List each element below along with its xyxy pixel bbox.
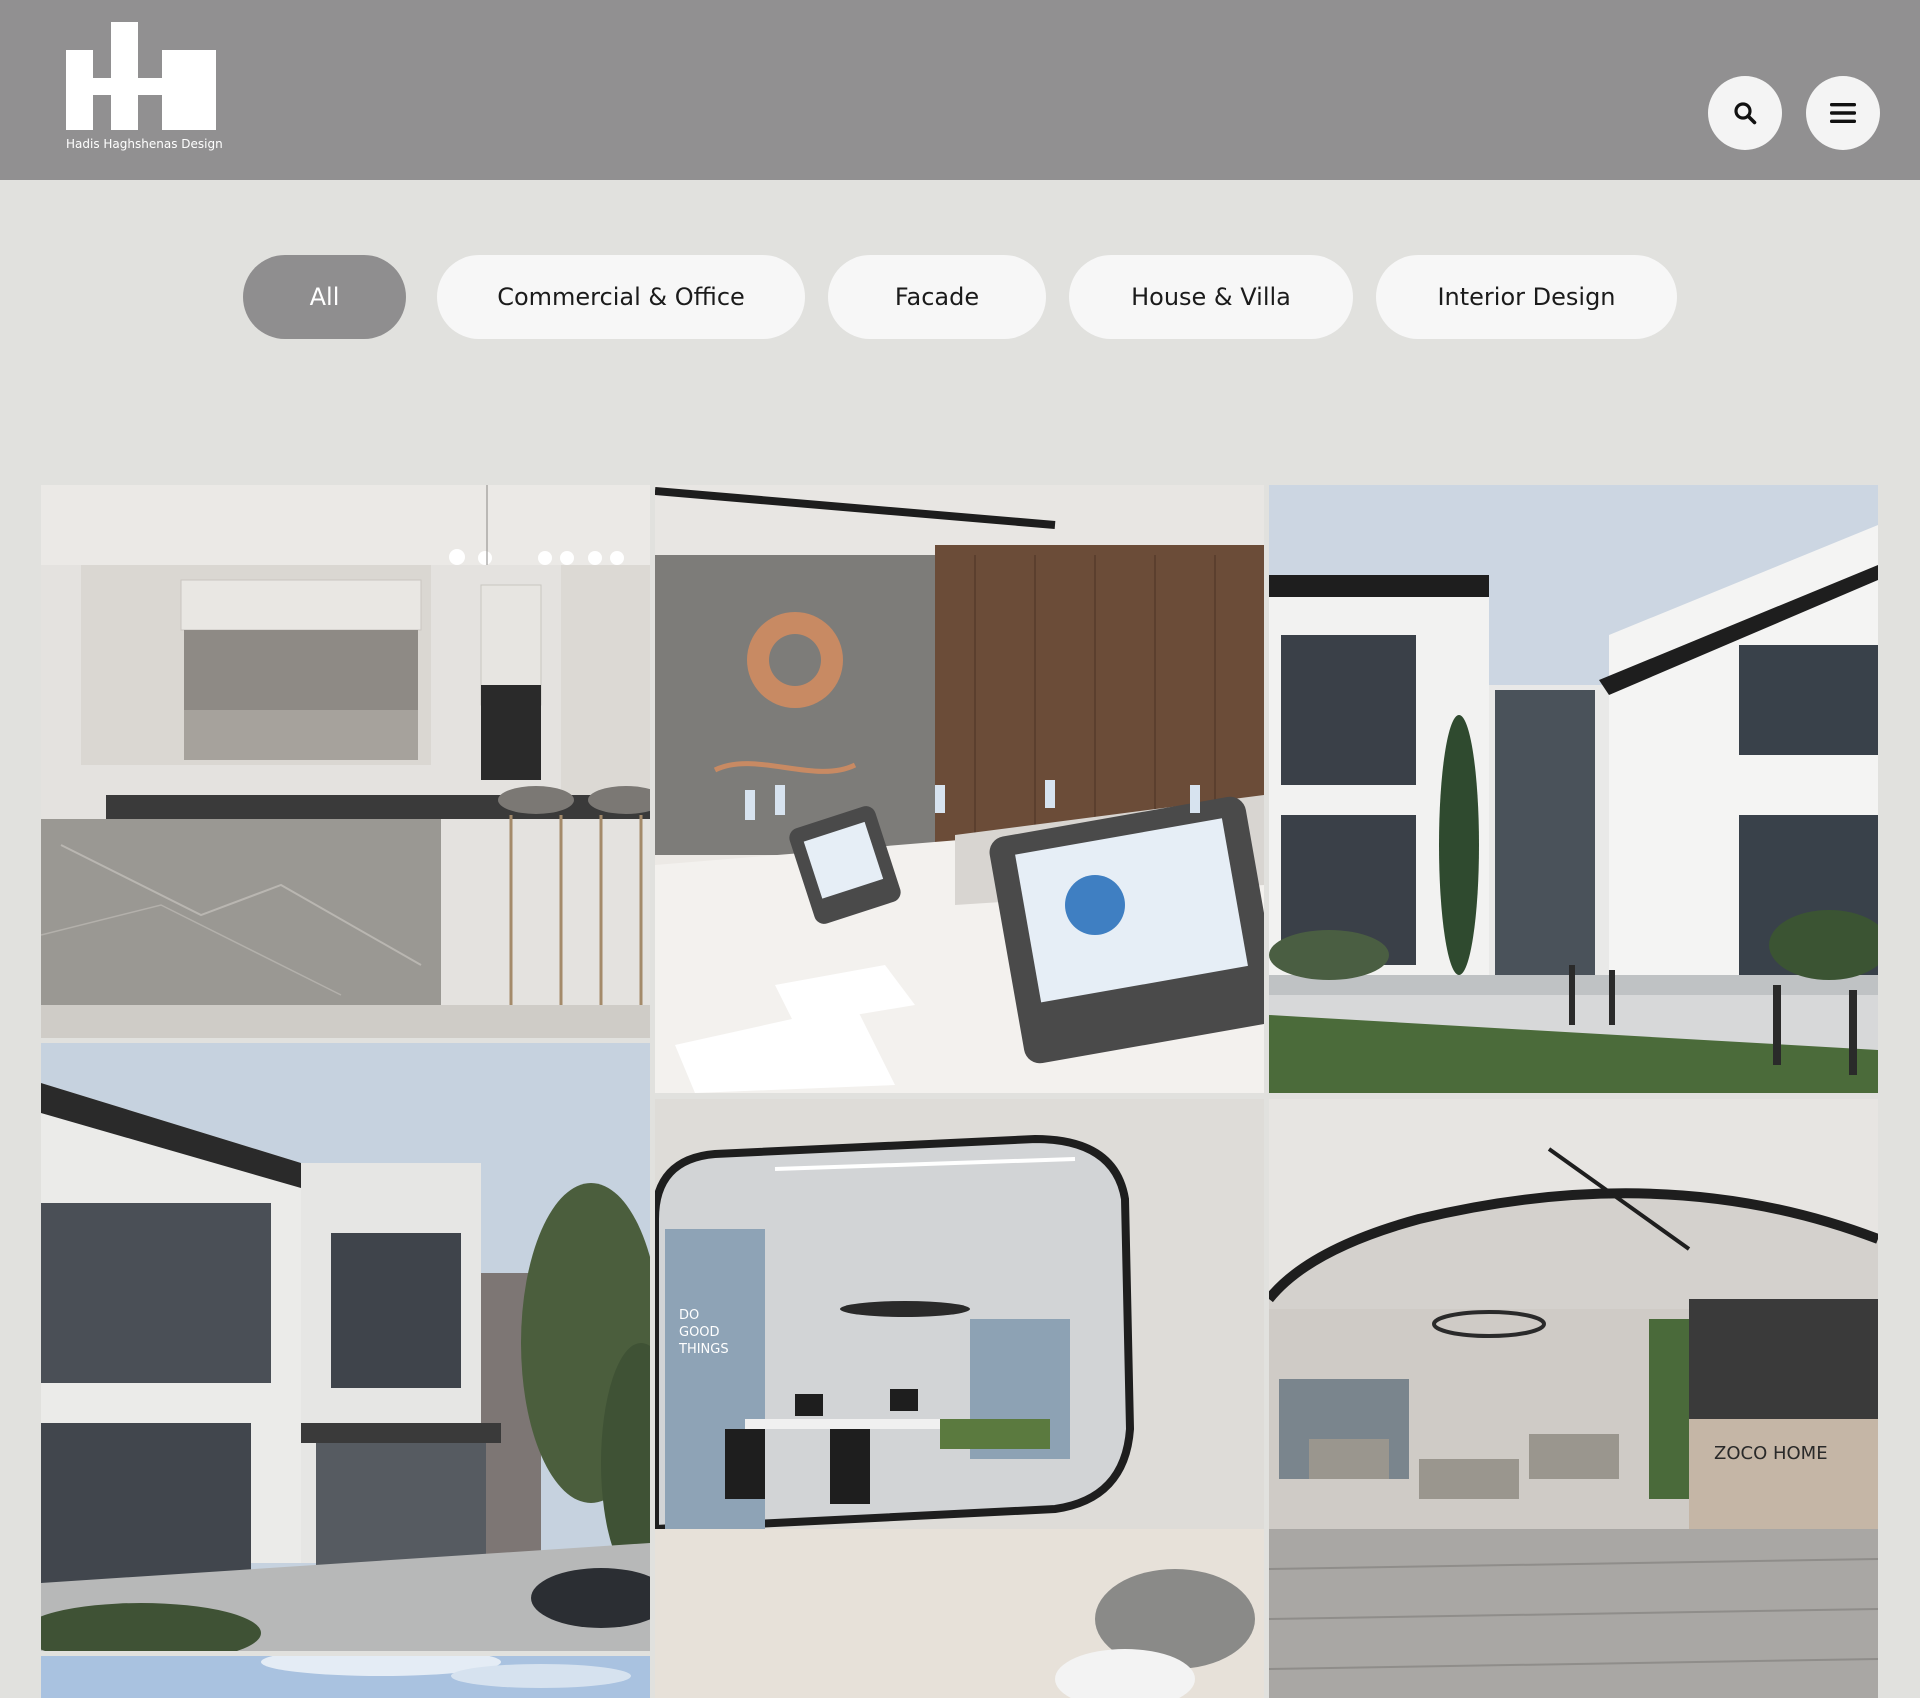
filter-interior-design[interactable]: Interior Design — [1376, 255, 1677, 339]
search-icon — [1734, 102, 1757, 125]
villa-facade-render-image — [1269, 485, 1878, 1093]
gallery-item-partial[interactable] — [41, 1656, 650, 1698]
showroom-lobby-render-image: ZOCO HOME — [1269, 1099, 1878, 1698]
gallery-item-villa-facade[interactable] — [1269, 485, 1878, 1093]
site-logo[interactable]: Hadis Haghshenas Design — [66, 22, 223, 154]
gallery-item-conference-room[interactable] — [655, 485, 1264, 1093]
filter-commercial-office[interactable]: Commercial & Office — [437, 255, 805, 339]
gallery-item-showroom-lobby[interactable]: ZOCO HOME — [1269, 1099, 1878, 1698]
conference-room-render-image — [655, 485, 1264, 1093]
logo-caption: Hadis Haghshenas Design — [66, 137, 223, 151]
search-button[interactable] — [1708, 76, 1782, 150]
partial-sky-render-image — [41, 1656, 650, 1698]
category-filter-bar: All Commercial & Office Facade House & V… — [0, 255, 1920, 339]
house-facade-render-image — [41, 1043, 650, 1651]
gallery-item-house-facade[interactable] — [41, 1043, 650, 1651]
filter-house-villa[interactable]: House & Villa — [1069, 255, 1353, 339]
hh-logo-mark — [66, 22, 216, 130]
office-wall-text-line-1: DO — [679, 1308, 699, 1323]
menu-button[interactable] — [1806, 76, 1880, 150]
glass-office-render-image: DO GOOD THINGS — [655, 1099, 1264, 1698]
office-wall-text-line-3: THINGS — [678, 1342, 729, 1357]
kitchen-render-image — [41, 485, 650, 1038]
office-wall-text-line-2: GOOD — [679, 1325, 720, 1340]
gallery-item-glass-office[interactable]: DO GOOD THINGS — [655, 1099, 1264, 1698]
gallery-item-kitchen[interactable] — [41, 485, 650, 1038]
filter-all[interactable]: All — [243, 255, 406, 339]
site-header: Hadis Haghshenas Design — [0, 0, 1920, 180]
filter-facade[interactable]: Facade — [828, 255, 1046, 339]
hamburger-menu-icon — [1830, 103, 1856, 123]
reception-sign-text: ZOCO HOME — [1714, 1443, 1828, 1464]
